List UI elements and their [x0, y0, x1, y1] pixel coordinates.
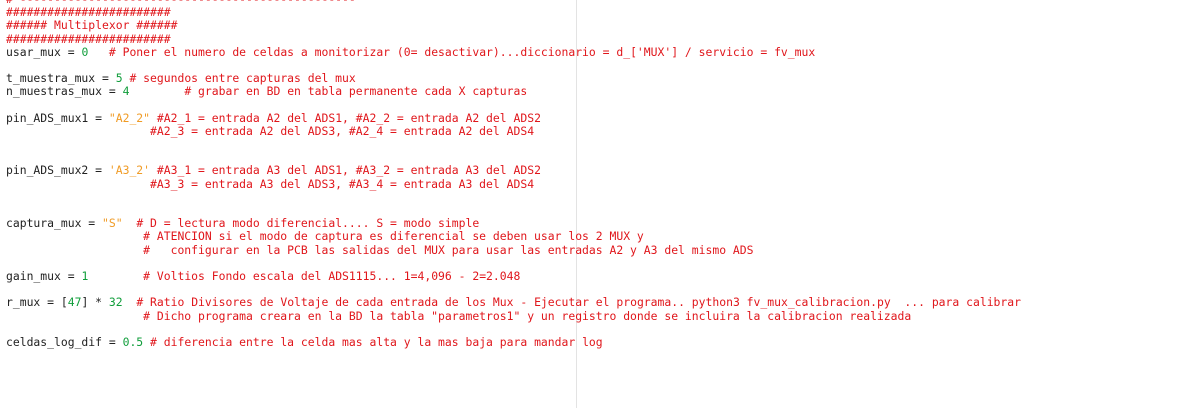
number-token: 47	[67, 296, 82, 310]
code-token: pin_ADS_mux1 =	[6, 111, 109, 125]
code-token: gain_mux =	[6, 269, 82, 283]
code-line[interactable]	[6, 191, 1180, 204]
code-line[interactable]: # configurar en la PCB las salidas del M…	[6, 244, 1180, 257]
code-line[interactable]: # ATENCION si el modo de captura es dife…	[6, 230, 1180, 243]
code-line[interactable]: celdas_log_dif = 0.5 # diferencia entre …	[6, 336, 1180, 349]
comment-token: # Voltios Fondo escala del ADS1115... 1=…	[143, 269, 521, 283]
comment-token: # configurar en la PCB las salidas del M…	[143, 243, 754, 257]
code-line[interactable]: captura_mux = "S" # D = lectura modo dif…	[6, 217, 1180, 230]
comment-token: #A2_1 = entrada A2 del ADS1, #A2_2 = ent…	[156, 111, 541, 125]
comment-token: # ATENCION si el modo de captura es dife…	[143, 230, 644, 244]
comment-token: # Ratio Divisores de Voltaje de cada ent…	[136, 296, 1021, 310]
code-line[interactable]: ###### Multiplexor ######	[6, 19, 1180, 32]
code-line[interactable]	[6, 323, 1180, 336]
comment-token: # segundos entre capturas del mux	[129, 72, 356, 86]
comment-token: ###### Multiplexor ######	[6, 19, 178, 33]
code-line[interactable]	[6, 151, 1180, 164]
code-line[interactable]: ########################	[6, 33, 1180, 46]
code-line[interactable]: pin_ADS_mux2 = 'A3_2' #A3_1 = entrada A3…	[6, 164, 1180, 177]
code-token: captura_mux =	[6, 217, 103, 231]
code-line[interactable]: usar_mux = 0 # Poner el numero de celdas…	[6, 46, 1180, 59]
code-line[interactable]: # Dicho programa creara en la BD la tabl…	[6, 310, 1180, 323]
string-token: 'A3_2'	[108, 164, 151, 178]
comment-token: #A3_1 = entrada A3 del ADS1, #A3_2 = ent…	[156, 164, 541, 178]
code-token: pin_ADS_mux2 =	[6, 164, 109, 178]
code-line[interactable]: t_muestra_mux = 5 # segundos entre captu…	[6, 72, 1180, 85]
code-token: ] *	[81, 296, 109, 310]
comment-token: #A2_3 = entrada A2 del ADS3, #A2_4 = ent…	[150, 124, 535, 138]
code-line[interactable]: pin_ADS_mux1 = "A2_2" #A2_1 = entrada A2…	[6, 112, 1180, 125]
code-editor[interactable]: # --------------------------------------…	[0, 0, 1180, 408]
number-token: 5	[115, 72, 123, 86]
comment-token: # Dicho programa creara en la BD la tabl…	[143, 309, 912, 323]
code-line[interactable]: n_muestras_mux = 4 # grabar en BD en tab…	[6, 85, 1180, 98]
code-line[interactable]: ########################	[6, 6, 1180, 19]
string-token: "S"	[102, 217, 123, 231]
code-line[interactable]: #A2_3 = entrada A2 del ADS3, #A2_4 = ent…	[6, 125, 1180, 138]
comment-token: # Poner el numero de celdas a monitoriza…	[108, 45, 816, 59]
code-token: t_muestra_mux =	[6, 72, 116, 86]
code-line[interactable]	[6, 283, 1180, 296]
code-line[interactable]	[6, 59, 1180, 72]
code-token: celdas_log_dif =	[6, 335, 123, 349]
comment-token: # --------------------------------------…	[6, 0, 356, 6]
code-line[interactable]: r_mux = [47] * 32 # Ratio Divisores de V…	[6, 296, 1180, 309]
string-token: "A2_2"	[108, 111, 151, 125]
number-token: 0.5	[122, 335, 144, 349]
code-line[interactable]: gain_mux = 1 # Voltios Fondo escala del …	[6, 270, 1180, 283]
comment-token: ########################	[6, 6, 171, 20]
code-text-area[interactable]: # --------------------------------------…	[6, 0, 1180, 349]
comment-token: #A3_3 = entrada A3 del ADS3, #A3_4 = ent…	[150, 177, 535, 191]
code-token: usar_mux =	[6, 45, 82, 59]
code-line[interactable]	[6, 204, 1180, 217]
code-line[interactable]	[6, 138, 1180, 151]
code-line[interactable]	[6, 257, 1180, 270]
number-token: 32	[108, 296, 123, 310]
comment-token: ########################	[6, 32, 171, 46]
code-token: r_mux = [	[6, 296, 68, 310]
comment-token: # D = lectura modo diferencial.... S = m…	[136, 217, 480, 231]
comment-token: # diferencia entre la celda mas alta y l…	[150, 335, 603, 349]
code-line[interactable]: #A3_3 = entrada A3 del ADS3, #A3_4 = ent…	[6, 178, 1180, 191]
comment-token: # grabar en BD en tabla permanente cada …	[184, 85, 528, 99]
code-token: n_muestras_mux =	[6, 85, 123, 99]
code-line[interactable]	[6, 99, 1180, 112]
